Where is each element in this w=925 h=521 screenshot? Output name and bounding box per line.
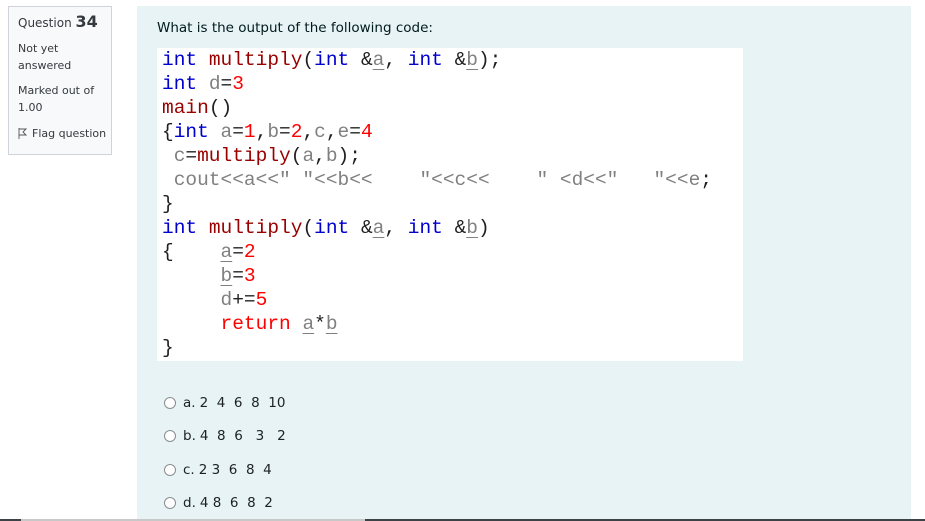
- option-value: 2 3 6 8 4: [198, 461, 272, 478]
- question-label: Question: [18, 16, 72, 30]
- code-block: int multiply(int &a, int &b); int d=3 ma…: [157, 48, 743, 361]
- code-line: {int a=1,b=2,c,e=4: [162, 121, 373, 143]
- code-line: { a=2: [162, 241, 256, 263]
- code-line: }: [162, 193, 174, 215]
- option-label: a.: [183, 394, 196, 411]
- radio-button[interactable]: [164, 430, 176, 443]
- option-label: d.: [183, 495, 196, 512]
- radio-button[interactable]: [164, 396, 176, 409]
- code-line: int d=3: [162, 73, 244, 95]
- option-value: 4 8 6 8 2: [199, 495, 273, 512]
- code-line: c=multiply(a,b);: [173, 145, 361, 167]
- question-text: What is the output of the following code…: [157, 20, 433, 36]
- option-a[interactable]: a. 2 4 6 8 10: [164, 386, 286, 420]
- question-grade: Marked out of 1.00: [18, 84, 95, 114]
- option-label: c.: [183, 461, 195, 478]
- option-value: 2 4 6 8 10: [199, 394, 286, 411]
- code-line: int multiply(int &a, int &b);: [162, 49, 502, 71]
- flag-icon: [18, 128, 27, 139]
- answer-options: a. 2 4 6 8 10 b. 4 8 6 3 2 c. 2 3 6 8 4 …: [164, 386, 286, 520]
- code-line: main(): [162, 97, 233, 119]
- question-info-box: Question 34 Not yet answered Marked out …: [8, 6, 112, 155]
- code-line: int multiply(int &a, int &b): [162, 217, 490, 239]
- code-line: cout<<a<<" "<<b<< "<<c<< " <d<<" "<<e;: [173, 169, 712, 191]
- question-number-value: 34: [75, 12, 98, 31]
- code-line: b=3: [220, 265, 256, 287]
- radio-button[interactable]: [164, 463, 176, 476]
- option-d[interactable]: d. 4 8 6 8 2: [164, 487, 286, 521]
- code-line: d+=5: [220, 289, 268, 311]
- question-number: Question 34: [18, 13, 111, 32]
- flag-question-link[interactable]: Flag question: [18, 125, 111, 142]
- option-b[interactable]: b. 4 8 6 3 2: [164, 420, 286, 454]
- option-c[interactable]: c. 2 3 6 8 4: [164, 453, 286, 487]
- question-state: Not yet answered: [18, 42, 72, 72]
- option-value: 4 8 6 3 2: [199, 428, 286, 445]
- code-line: }: [162, 337, 174, 359]
- flag-question-label: Flag question: [32, 127, 107, 140]
- radio-button[interactable]: [164, 497, 176, 510]
- option-label: b.: [183, 428, 196, 445]
- question-content-panel: What is the output of the following code…: [137, 6, 911, 519]
- code-line: return a*b: [220, 313, 338, 335]
